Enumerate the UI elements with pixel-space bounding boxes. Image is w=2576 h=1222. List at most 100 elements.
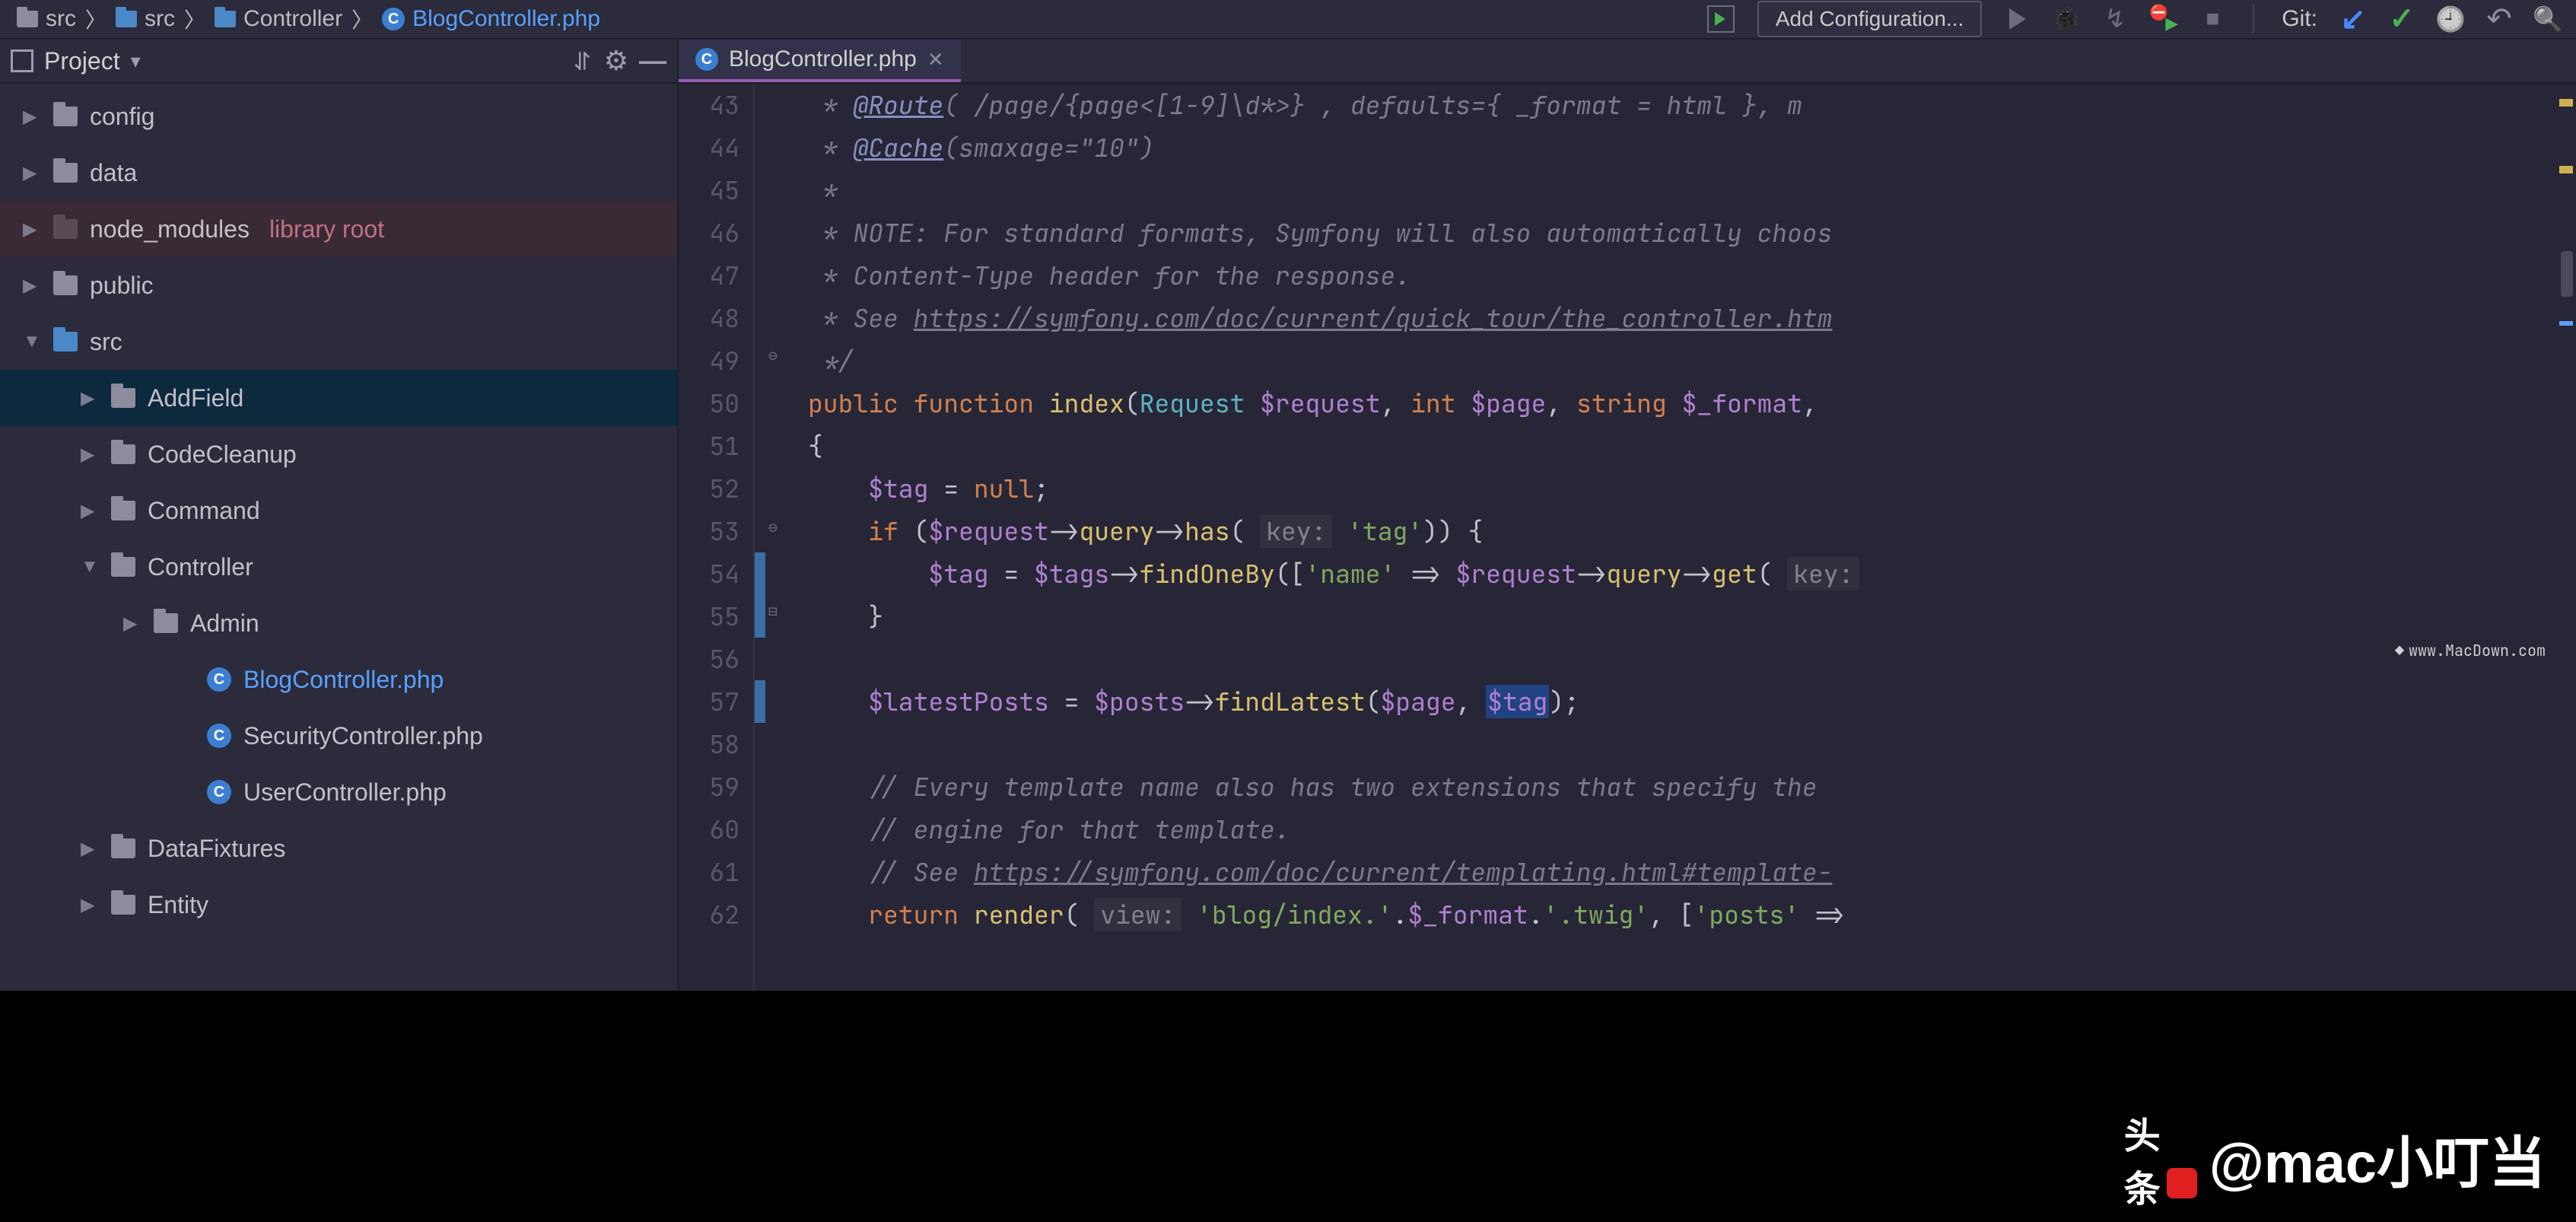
breadcrumb-item[interactable]: Controller (215, 6, 342, 32)
code-line[interactable]: * See https://symfony.com/doc/current/qu… (808, 297, 2556, 339)
tree-row[interactable]: CodeCleanup (0, 426, 677, 482)
tree-arrow-icon[interactable] (81, 387, 99, 409)
tree-arrow-icon[interactable] (23, 275, 41, 297)
vcs-revert-icon[interactable] (2486, 6, 2512, 32)
tree-arrow-icon[interactable] (23, 331, 41, 352)
code-line[interactable]: * (808, 169, 2556, 212)
code-line[interactable]: // engine for that template. (808, 808, 2556, 851)
code-line[interactable]: * @Cache(smaxage="10") (808, 126, 2556, 169)
code-line[interactable]: return render( view: 'blog/index.'.$_for… (808, 893, 2556, 936)
line-number[interactable]: 43 (679, 84, 739, 126)
line-number[interactable]: 55 (679, 595, 739, 638)
tree-arrow-icon[interactable] (123, 613, 142, 635)
line-number[interactable]: 53 (679, 510, 739, 552)
project-view-dropdown-icon[interactable] (131, 49, 141, 73)
tree-row[interactable]: data (0, 145, 677, 201)
tree-arrow-icon[interactable] (81, 894, 99, 916)
tree-row[interactable]: Admin (0, 595, 677, 651)
tree-row[interactable]: CUserController.php (0, 764, 677, 820)
code-line[interactable]: // See https://symfony.com/doc/current/t… (808, 851, 2556, 893)
line-number[interactable]: 57 (679, 680, 739, 723)
tree-row[interactable]: Entity (0, 877, 677, 933)
code-line[interactable]: * @Route( /page/{page<[1-9]\d*>} , defau… (808, 84, 2556, 126)
line-number[interactable]: 47 (679, 254, 739, 297)
code-line[interactable]: * NOTE: For standard formats, Symfony wi… (808, 212, 2556, 254)
warning-marker[interactable] (2559, 99, 2573, 107)
vcs-update-icon[interactable] (2340, 6, 2366, 32)
breadcrumb-item[interactable]: src (116, 6, 175, 32)
hide-panel-icon[interactable] (639, 45, 666, 77)
editor-tab-active[interactable]: C BlogController.php ✕ (679, 40, 961, 82)
error-stripe[interactable] (2556, 84, 2576, 991)
line-number[interactable]: 45 (679, 169, 739, 212)
code-line[interactable]: } (808, 595, 2556, 638)
code-line[interactable]: { (808, 425, 2556, 467)
code-line[interactable]: * Content-Type header for the response. (808, 254, 2556, 297)
code-line[interactable]: $latestPosts = $posts->findLatest($page,… (808, 680, 2556, 723)
line-number[interactable]: 49 (679, 339, 739, 382)
fold-handle-icon[interactable]: ⊖ (768, 517, 778, 537)
code-line[interactable]: */ (808, 339, 2556, 382)
project-tree[interactable]: configdatanode_moduleslibrary rootpublic… (0, 84, 677, 991)
breadcrumb-item[interactable]: src (17, 6, 76, 32)
code-area[interactable]: * @Route( /page/{page<[1-9]\d*>} , defau… (790, 84, 2556, 991)
tree-row[interactable]: DataFixtures (0, 820, 677, 877)
tree-arrow-icon[interactable] (23, 106, 41, 128)
line-number[interactable]: 48 (679, 297, 739, 339)
debug-icon[interactable] (2053, 6, 2079, 32)
tree-row[interactable]: CBlogController.php (0, 651, 677, 708)
profiler-icon[interactable] (2151, 6, 2177, 32)
tree-arrow-icon[interactable] (81, 444, 99, 466)
code-line[interactable] (808, 723, 2556, 765)
code-line[interactable]: public function index(Request $request, … (808, 382, 2556, 425)
line-number[interactable]: 56 (679, 638, 739, 680)
vcs-history-icon[interactable] (2438, 6, 2463, 32)
tree-row[interactable]: src (0, 313, 677, 370)
line-number[interactable]: 52 (679, 467, 739, 510)
code-line[interactable]: $tag = null; (808, 467, 2556, 510)
line-number[interactable]: 60 (679, 808, 739, 851)
vcs-commit-icon[interactable] (2389, 6, 2415, 32)
coverage-icon[interactable] (2102, 6, 2128, 32)
fold-gutter[interactable]: ⊖ ⊖ ⊟ (765, 84, 790, 991)
scrollbar-thumb[interactable] (2561, 251, 2573, 297)
code-line[interactable]: // Every template name also has two exte… (808, 765, 2556, 808)
line-number[interactable]: 59 (679, 765, 739, 808)
project-view-icon[interactable] (11, 49, 33, 72)
line-number[interactable]: 44 (679, 126, 739, 169)
tree-row[interactable]: Controller (0, 539, 677, 595)
fold-handle-icon[interactable]: ⊟ (768, 601, 778, 621)
line-number[interactable]: 46 (679, 212, 739, 254)
code-line[interactable] (808, 638, 2556, 680)
project-settings-icon[interactable] (604, 45, 628, 77)
line-number[interactable]: 61 (679, 851, 739, 893)
tree-row[interactable]: CSecurityController.php (0, 708, 677, 764)
tree-arrow-icon[interactable] (23, 162, 41, 184)
tree-row[interactable]: public (0, 257, 677, 313)
breadcrumb-item[interactable]: CBlogController.php (382, 6, 600, 32)
tree-row[interactable]: config (0, 88, 677, 145)
run-icon[interactable] (2005, 6, 2031, 32)
line-number[interactable]: 54 (679, 552, 739, 595)
search-everywhere-icon[interactable] (2535, 6, 2561, 32)
line-number[interactable]: 50 (679, 382, 739, 425)
stop-icon[interactable] (2199, 6, 2225, 32)
line-number[interactable]: 62 (679, 893, 739, 936)
run-target-icon[interactable] (1707, 5, 1735, 33)
project-panel-title[interactable]: Project (44, 47, 120, 75)
code-editor[interactable]: 4344454647484950515253545556575859606162… (679, 84, 2576, 991)
tree-row[interactable]: node_moduleslibrary root (0, 201, 677, 257)
add-configuration-button[interactable]: Add Configuration... (1757, 1, 1983, 37)
fold-handle-icon[interactable]: ⊖ (768, 345, 778, 365)
warning-marker[interactable] (2559, 166, 2573, 173)
tree-row[interactable]: Command (0, 482, 677, 539)
code-line[interactable]: if ($request->query->has( key: 'tag')) { (808, 510, 2556, 552)
tree-row[interactable]: AddField (0, 370, 677, 426)
tree-arrow-icon[interactable] (81, 556, 99, 578)
tree-arrow-icon[interactable] (81, 500, 99, 522)
code-line[interactable]: $tag = $tags->findOneBy(['name' => $requ… (808, 552, 2556, 595)
line-number[interactable]: 58 (679, 723, 739, 765)
line-number-gutter[interactable]: 4344454647484950515253545556575859606162 (679, 84, 755, 991)
select-opened-file-icon[interactable] (573, 46, 593, 75)
tree-arrow-icon[interactable] (23, 218, 41, 240)
